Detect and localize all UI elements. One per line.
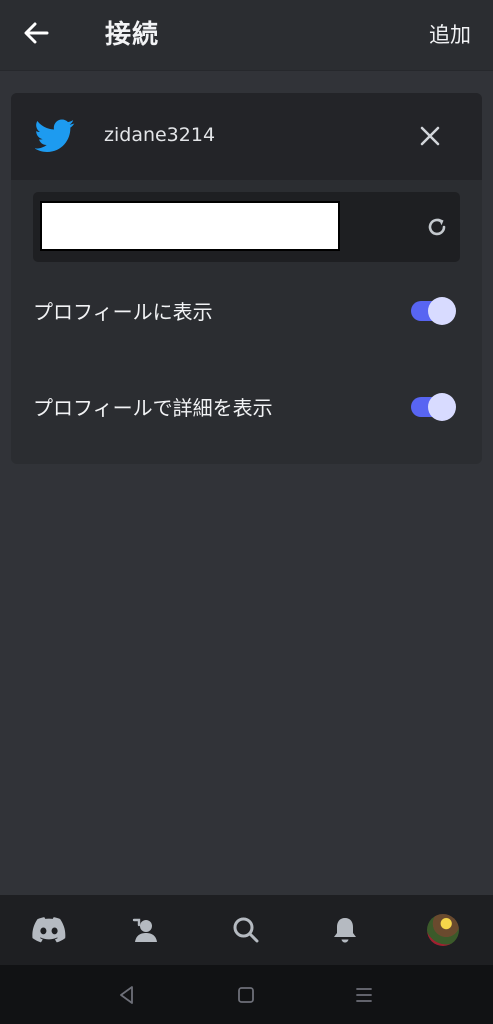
connection-card: zidane3214 プロフィールに表示 プロフィールで詳細を表示 [11,93,482,464]
nav-profile[interactable] [423,910,463,950]
account-name: zidane3214 [104,124,216,146]
avatar [427,914,459,946]
search-icon [233,917,259,943]
system-back-button[interactable] [113,981,141,1009]
toggle-label: プロフィールに表示 [33,300,213,324]
friends-icon [132,918,157,942]
arrow-left-icon [24,22,49,44]
system-home-button[interactable] [232,981,260,1009]
connection-card-header: zidane3214 [11,93,482,180]
toggle-label: プロフィールで詳細を表示 [33,396,273,420]
add-button[interactable]: 追加 [429,19,471,49]
home-square-icon [238,987,254,1003]
back-button[interactable] [18,17,54,49]
show-details-toggle[interactable] [411,393,456,421]
toggle-knob [428,297,456,325]
back-triangle-icon [120,986,133,1004]
discord-home-icon [32,917,66,943]
nav-home[interactable] [29,910,69,950]
toggle-knob [428,393,456,421]
recents-menu-icon [356,988,372,1002]
nav-search[interactable] [226,910,266,950]
page-title: 接続 [105,20,160,50]
remove-connection-button[interactable] [413,119,447,153]
refresh-icon[interactable] [425,215,449,239]
connection-id-row [33,192,460,262]
close-icon [420,126,440,146]
top-app-bar: 接続 追加 [0,0,493,71]
redacted-field [40,201,340,251]
nav-notifications[interactable] [325,910,365,950]
system-recents-button[interactable] [350,981,378,1009]
nav-friends[interactable] [126,910,166,950]
toggle-row-show-details: プロフィールで詳細を表示 [11,376,482,436]
system-navigation-bar [0,965,493,1024]
bottom-navigation [0,895,493,965]
bell-icon [334,918,356,943]
show-on-profile-toggle[interactable] [411,297,456,325]
toggle-row-show-on-profile: プロフィールに表示 [11,280,482,340]
twitter-icon [35,119,75,152]
